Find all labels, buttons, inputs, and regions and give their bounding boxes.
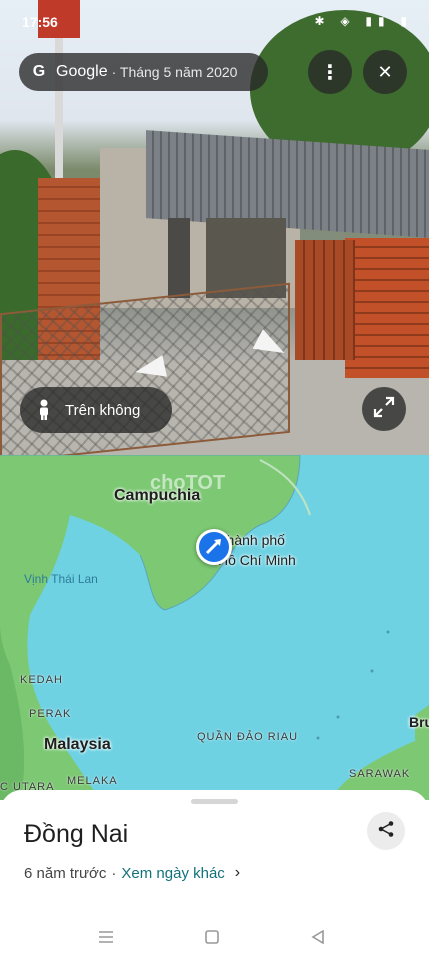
imagery-age: 6 năm trước [24,864,107,882]
recent-apps-icon[interactable] [95,926,117,948]
map-label-sarawak: SARAWAK [349,768,411,780]
status-time: 17:56 [22,14,58,30]
google-logo-icon: G [32,63,46,80]
map-label-malaysia: Malaysia [44,736,111,753]
pegman-icon [37,399,51,421]
place-name: Đồng Nai [24,820,129,848]
street-view-location-marker[interactable] [196,529,232,565]
close-button[interactable]: ✕ [363,50,407,94]
map-label-melaka: MELAKA [67,775,118,787]
see-other-dates-link[interactable]: Xem ngày khác [121,865,224,882]
expand-icon [373,396,395,422]
map-label-perak: PERAK [29,708,72,720]
chip-date: · Tháng 5 năm 2020 [111,64,238,80]
chip-brand: Google [56,63,108,80]
sheet-drag-handle[interactable] [191,799,238,804]
imagery-meta-row: 6 năm trước · Xem ngày khác › [24,864,240,882]
expand-button[interactable] [362,387,406,431]
aerial-view-button[interactable]: Trên không [20,387,172,433]
close-icon: ✕ [377,61,393,83]
mini-map[interactable]: choTOT Campuchia Vịnh Thái Lan KEDAH PER… [0,455,429,800]
street-view-screen: 17:56 ✱ ◈ ▮▮ ▮ G Google · Tháng 5 năm 20… [0,0,429,960]
system-navigation-bar [0,915,429,960]
view-direction-icon [205,539,221,555]
map-label-gulf: Vịnh Thái Lan [24,572,98,586]
status-bar: 17:56 ✱ ◈ ▮▮ ▮ [0,0,429,44]
more-vert-icon: ⋮ [320,60,340,84]
map-label-cambodia: Campuchia [114,487,201,504]
map-label-riau: QUẦN ĐẢO RIAU [197,731,299,743]
map-label-kedah: KEDAH [20,674,63,686]
imagery-date-chip[interactable]: G Google · Tháng 5 năm 2020 [19,53,268,91]
more-options-button[interactable]: ⋮ [308,50,352,94]
chevron-right-icon[interactable]: › [235,864,240,882]
aerial-view-label: Trên không [65,401,141,419]
share-icon [377,820,395,842]
share-button[interactable] [367,812,405,850]
back-icon[interactable] [307,926,329,948]
home-icon[interactable] [201,926,223,948]
meta-separator: · [111,864,117,882]
status-icons: ✱ ◈ ▮▮ ▮ [314,14,413,28]
map-label-brunei-partial: Bru [409,714,429,730]
